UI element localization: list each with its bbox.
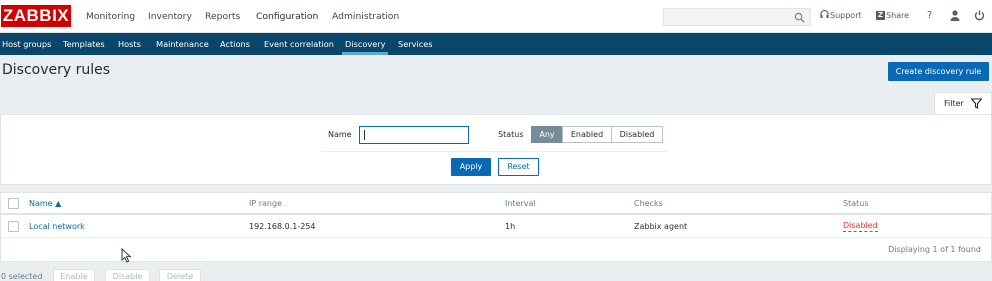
status-any-option[interactable]: Any	[531, 126, 563, 143]
page-title: Discovery rules	[2, 62, 111, 78]
submenu-maintenance[interactable]: Maintenance	[156, 33, 209, 55]
funnel-icon	[971, 98, 982, 109]
search-icon[interactable]	[794, 12, 805, 23]
zabbix-logo[interactable]: ZABBIX	[1, 5, 71, 27]
submenu-discovery[interactable]: Discovery	[341, 33, 389, 55]
column-header-name[interactable]: Name ▲	[29, 199, 61, 208]
share-link[interactable]: Share	[886, 11, 909, 20]
filter-tab[interactable]: Filter	[934, 92, 992, 115]
sign-out-icon[interactable]	[974, 10, 985, 21]
support-link[interactable]: Support	[830, 11, 862, 20]
status-disabled-option[interactable]: Disabled	[611, 126, 663, 143]
share-icon: Z	[876, 11, 885, 20]
table-paging-info: Displaying 1 of 1 found	[888, 245, 981, 254]
column-header-ip-range: IP range	[249, 199, 282, 208]
user-profile-icon[interactable]	[950, 10, 960, 21]
checks-cell: Zabbix agent	[634, 222, 688, 231]
name-filter-label: Name	[328, 130, 352, 139]
status-filter-label: Status	[498, 130, 524, 139]
submenu-hosts[interactable]: Hosts	[118, 33, 141, 55]
sub-menu: Host groups Templates Hosts Maintenance …	[0, 33, 992, 55]
submenu-services[interactable]: Services	[398, 33, 433, 55]
discovery-rules-table: Name ▲ IP range Interval Checks Status L…	[0, 192, 992, 262]
table-row: Local network 192.168.0.1-254 1h Zabbix …	[1, 216, 991, 238]
column-header-checks: Checks	[634, 199, 663, 208]
submenu-event-correlation[interactable]: Event correlation	[264, 33, 334, 55]
row-checkbox[interactable]	[8, 221, 19, 232]
menu-configuration[interactable]: Configuration	[256, 11, 318, 22]
selected-count: 0 selected	[1, 272, 43, 281]
column-header-interval: Interval	[505, 199, 536, 208]
status-enabled-option[interactable]: Enabled	[562, 126, 612, 143]
reset-button[interactable]: Reset	[498, 158, 539, 176]
help-link[interactable]: ?	[927, 10, 932, 21]
headset-icon	[820, 9, 829, 18]
delete-button[interactable]: Delete	[159, 269, 201, 281]
filter-panel	[0, 114, 992, 185]
top-header: ZABBIX Monitoring Inventory Reports Conf…	[0, 0, 992, 33]
name-filter-input[interactable]	[359, 126, 469, 144]
search-input[interactable]	[663, 8, 811, 26]
filter-tab-label: Filter	[944, 99, 964, 108]
enable-button[interactable]: Enable	[53, 269, 95, 281]
submenu-host-groups[interactable]: Host groups	[2, 33, 51, 55]
ip-range-cell: 192.168.0.1-254	[249, 222, 316, 231]
disable-button[interactable]: Disable	[105, 269, 150, 281]
submenu-actions[interactable]: Actions	[220, 33, 250, 55]
select-all-checkbox[interactable]	[8, 198, 19, 209]
mouse-pointer-icon	[121, 248, 132, 263]
rule-name-link[interactable]: Local network	[29, 222, 85, 231]
create-discovery-rule-button[interactable]: Create discovery rule	[888, 62, 989, 81]
interval-cell: 1h	[505, 222, 516, 231]
apply-button[interactable]: Apply	[451, 158, 491, 176]
menu-administration[interactable]: Administration	[332, 11, 399, 22]
menu-monitoring[interactable]: Monitoring	[86, 11, 135, 22]
submenu-templates[interactable]: Templates	[63, 33, 105, 55]
menu-reports[interactable]: Reports	[205, 11, 240, 22]
menu-inventory[interactable]: Inventory	[148, 11, 192, 22]
table-header: Name ▲ IP range Interval Checks Status	[1, 193, 991, 215]
status-toggle-link[interactable]: Disabled	[843, 221, 878, 232]
column-header-status: Status	[843, 199, 869, 208]
